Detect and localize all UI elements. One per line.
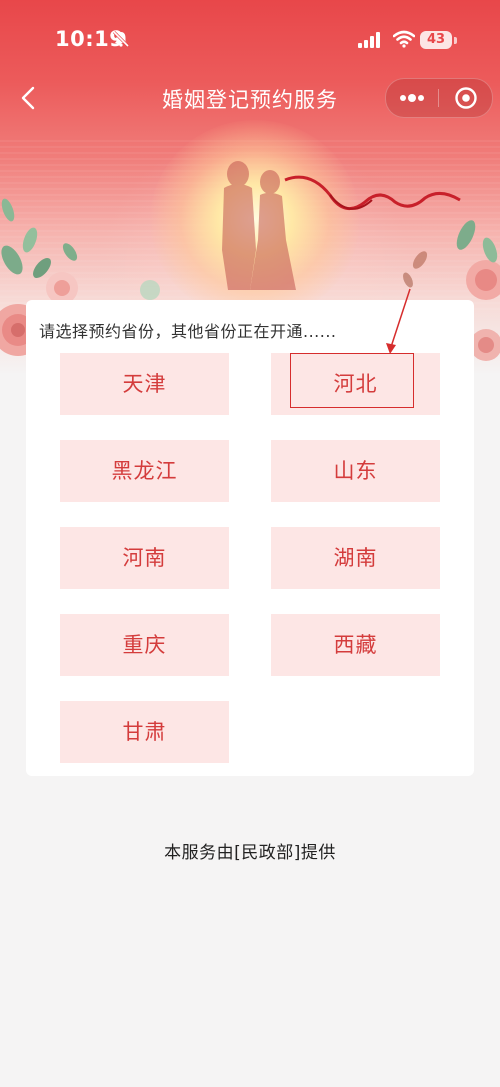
target-close-icon[interactable] xyxy=(440,79,492,117)
province-button-shandong[interactable]: 山东 xyxy=(271,440,440,502)
wifi-icon xyxy=(393,30,415,48)
province-button-gansu[interactable]: 甘肃 xyxy=(60,701,229,763)
mini-program-capsule xyxy=(385,78,493,118)
battery-level: 43 xyxy=(426,32,446,47)
battery-tip xyxy=(454,37,457,44)
footer-provider-text: 本服务由[民政部]提供 xyxy=(164,843,336,863)
capsule-divider xyxy=(438,89,439,107)
bell-slash-icon xyxy=(112,30,130,48)
province-button-heilongjiang[interactable]: 黑龙江 xyxy=(60,440,229,502)
province-button-chongqing[interactable]: 重庆 xyxy=(60,614,229,676)
signal-icon xyxy=(358,32,380,48)
province-button-xizang[interactable]: 西藏 xyxy=(271,614,440,676)
province-button-tianjin[interactable]: 天津 xyxy=(60,353,229,415)
highlight-annotation-box xyxy=(290,353,414,408)
battery-indicator: 43 xyxy=(420,31,452,49)
province-prompt: 请选择预约省份，其他省份正在开通...... xyxy=(39,322,337,341)
more-dots-icon[interactable] xyxy=(386,79,438,117)
province-button-henan[interactable]: 河南 xyxy=(60,527,229,589)
annotation-arrow-icon xyxy=(386,288,411,354)
province-button-hunan[interactable]: 湖南 xyxy=(271,527,440,589)
